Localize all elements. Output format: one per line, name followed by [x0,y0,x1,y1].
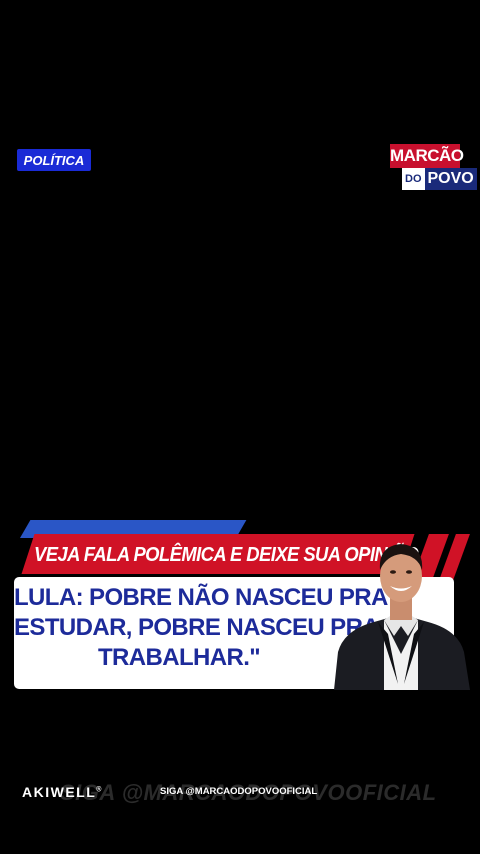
logo-povo-text: POVO [424,168,477,190]
logo-bottom: DO POVO [402,168,477,190]
logo-top-text: MARCÃO [390,144,464,168]
headline-text: VEJA FALA POLÊMICA E DEIXE SUA OPINIÃO [34,544,419,566]
footer: SIGA @MARCAODOPOVOOFICIAL AKIWELL® SIGA … [0,772,480,812]
brand-logo: AKIWELL® [22,784,103,800]
channel-logo: MARCÃO DO POVO [390,144,477,190]
quote-line: TRABALHAR." [97,644,261,671]
quote-line: ESTUDAR, POBRE NASCEU PRA [14,614,380,641]
category-badge: POLÍTICA [17,149,91,171]
follow-text: SIGA @MARCAODOPOVOOFICIAL [160,786,318,797]
logo-do-text: DO [402,168,425,190]
quote-line: LULA: POBRE NÃO NASCEU PRA [14,584,388,611]
quote-text: LULA: POBRE NÃO NASCEU PRA ESTUDAR, POBR… [14,583,388,673]
presenter-photo [334,544,470,690]
